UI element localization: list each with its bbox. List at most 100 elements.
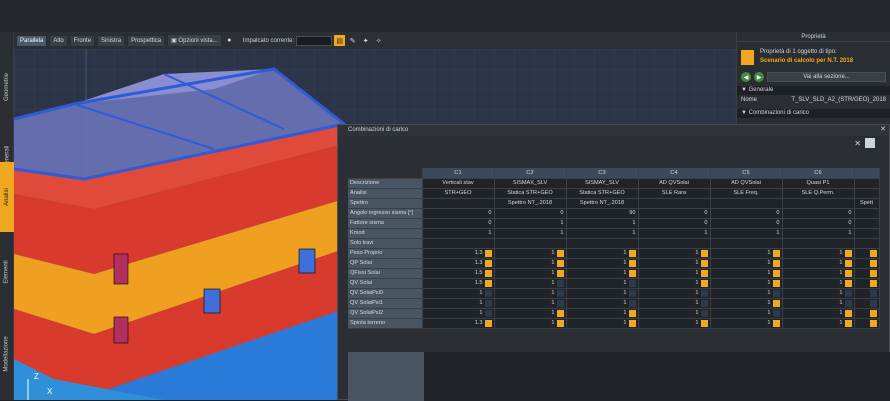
- factor-cell[interactable]: 1.3: [422, 248, 495, 259]
- table-cell[interactable]: Statica STR+GEO: [566, 188, 639, 199]
- checkbox[interactable]: [556, 269, 564, 277]
- table-cell[interactable]: [494, 238, 567, 249]
- table-cell[interactable]: 0: [494, 208, 567, 219]
- table-cell[interactable]: [422, 198, 495, 209]
- column-header[interactable]: C3: [566, 168, 639, 179]
- checkbox[interactable]: [556, 279, 564, 287]
- checkbox[interactable]: [556, 319, 564, 327]
- checkbox[interactable]: [844, 279, 852, 287]
- table-cell[interactable]: SLE Rara: [638, 188, 711, 199]
- factor-cell[interactable]: 1: [566, 258, 639, 269]
- factor-cell[interactable]: 1: [638, 288, 711, 299]
- checkbox[interactable]: [772, 289, 780, 297]
- column-header[interactable]: C1: [422, 168, 495, 179]
- table-cell[interactable]: [854, 298, 880, 309]
- table-cell[interactable]: [422, 238, 495, 249]
- checkbox[interactable]: [772, 299, 780, 307]
- table-cell[interactable]: Quasi P1: [782, 178, 855, 189]
- factor-cell[interactable]: 1: [566, 278, 639, 289]
- factor-cell[interactable]: 1: [782, 268, 855, 279]
- wrench-icon[interactable]: ✎: [347, 35, 358, 46]
- factor-cell[interactable]: 1: [494, 268, 567, 279]
- factor-cell[interactable]: 1: [710, 268, 783, 279]
- checkbox[interactable]: [772, 279, 780, 287]
- factor-cell[interactable]: 1: [566, 288, 639, 299]
- table-cell[interactable]: [782, 238, 855, 249]
- table-cell[interactable]: [854, 218, 880, 229]
- table-cell[interactable]: 90: [566, 208, 639, 219]
- floor-icon[interactable]: ▤: [334, 35, 346, 46]
- factor-cell[interactable]: 1: [566, 268, 639, 279]
- pin-up-icon[interactable]: ✦: [360, 35, 371, 46]
- checkbox[interactable]: [844, 289, 852, 297]
- table-cell[interactable]: SLE Q.Perm.: [782, 188, 855, 199]
- checkbox[interactable]: [844, 269, 852, 277]
- table-cell[interactable]: 1: [638, 228, 711, 239]
- view-sinistra-button[interactable]: Sinistra: [97, 34, 126, 47]
- factor-cell[interactable]: 1: [494, 308, 567, 319]
- checkbox[interactable]: [869, 259, 877, 267]
- table-cell[interactable]: SISMAY_SLV: [566, 178, 639, 189]
- close-icon[interactable]: ✕: [880, 125, 886, 133]
- column-header[interactable]: C6: [782, 168, 855, 179]
- table-cell[interactable]: Statica STR+GEO: [494, 188, 567, 199]
- table-cell[interactable]: [854, 248, 880, 259]
- forward-arrow-icon[interactable]: ▶: [754, 72, 764, 82]
- table-cell[interactable]: [710, 198, 783, 209]
- factor-cell[interactable]: 1: [494, 318, 567, 329]
- factor-cell[interactable]: 1: [566, 308, 639, 319]
- checkbox[interactable]: [700, 309, 708, 317]
- table-cell[interactable]: 0: [782, 208, 855, 219]
- factor-cell[interactable]: 1: [638, 268, 711, 279]
- table-cell[interactable]: 0: [638, 218, 711, 229]
- table-cell[interactable]: 1: [494, 228, 567, 239]
- table-cell[interactable]: [854, 228, 880, 239]
- factor-cell[interactable]: 1: [710, 248, 783, 259]
- checkbox[interactable]: [628, 249, 636, 257]
- checkbox[interactable]: [484, 269, 492, 277]
- checkbox[interactable]: [772, 249, 780, 257]
- tab-geometrie[interactable]: Geometrie: [0, 52, 14, 122]
- checkbox[interactable]: [556, 259, 564, 267]
- factor-cell[interactable]: 1: [782, 298, 855, 309]
- checkbox[interactable]: [700, 299, 708, 307]
- factor-cell[interactable]: 1: [710, 298, 783, 309]
- checkbox[interactable]: [869, 299, 877, 307]
- factor-cell[interactable]: 1: [494, 288, 567, 299]
- table-cell[interactable]: 1: [422, 228, 495, 239]
- view-prospettica-button[interactable]: Prospettica: [127, 34, 166, 47]
- checkbox[interactable]: [628, 279, 636, 287]
- factor-cell[interactable]: 1: [710, 308, 783, 319]
- table-cell[interactable]: [782, 198, 855, 209]
- column-header[interactable]: C5: [710, 168, 783, 179]
- table-cell[interactable]: 1: [710, 228, 783, 239]
- name-value[interactable]: T_SLV_SLD_A2_(STR/GEO)_2018: [791, 95, 886, 105]
- column-header[interactable]: C2: [494, 168, 567, 179]
- factor-cell[interactable]: 1: [638, 278, 711, 289]
- factor-cell[interactable]: 1: [638, 298, 711, 309]
- checkbox[interactable]: [556, 299, 564, 307]
- table-cell[interactable]: [638, 238, 711, 249]
- checkbox[interactable]: [484, 309, 492, 317]
- table-cell[interactable]: STR+GEO: [422, 188, 495, 199]
- column-header[interactable]: [854, 168, 880, 179]
- factor-cell[interactable]: 1: [422, 288, 495, 299]
- table-cell[interactable]: SISMAX_SLV: [494, 178, 567, 189]
- checkbox[interactable]: [628, 319, 636, 327]
- tab-elementi[interactable]: Elementi: [0, 232, 14, 312]
- factor-cell[interactable]: 1: [710, 258, 783, 269]
- table-cell[interactable]: [854, 268, 880, 279]
- factor-cell[interactable]: 1.3: [422, 258, 495, 269]
- table-cell[interactable]: Spettro NT_.2018: [494, 198, 567, 209]
- table-cell[interactable]: 0: [422, 218, 495, 229]
- column-header[interactable]: C4: [638, 168, 711, 179]
- view-alto-button[interactable]: Alto: [49, 34, 68, 47]
- checkbox[interactable]: [556, 249, 564, 257]
- factor-cell[interactable]: 1: [710, 278, 783, 289]
- view-parallela-button[interactable]: Parallela: [16, 34, 48, 47]
- checkbox[interactable]: [869, 309, 877, 317]
- table-cell[interactable]: 0: [710, 218, 783, 229]
- factor-cell[interactable]: 1: [422, 308, 495, 319]
- section-combos[interactable]: ▼ Combinazioni di carico: [737, 109, 890, 118]
- checkbox[interactable]: [772, 309, 780, 317]
